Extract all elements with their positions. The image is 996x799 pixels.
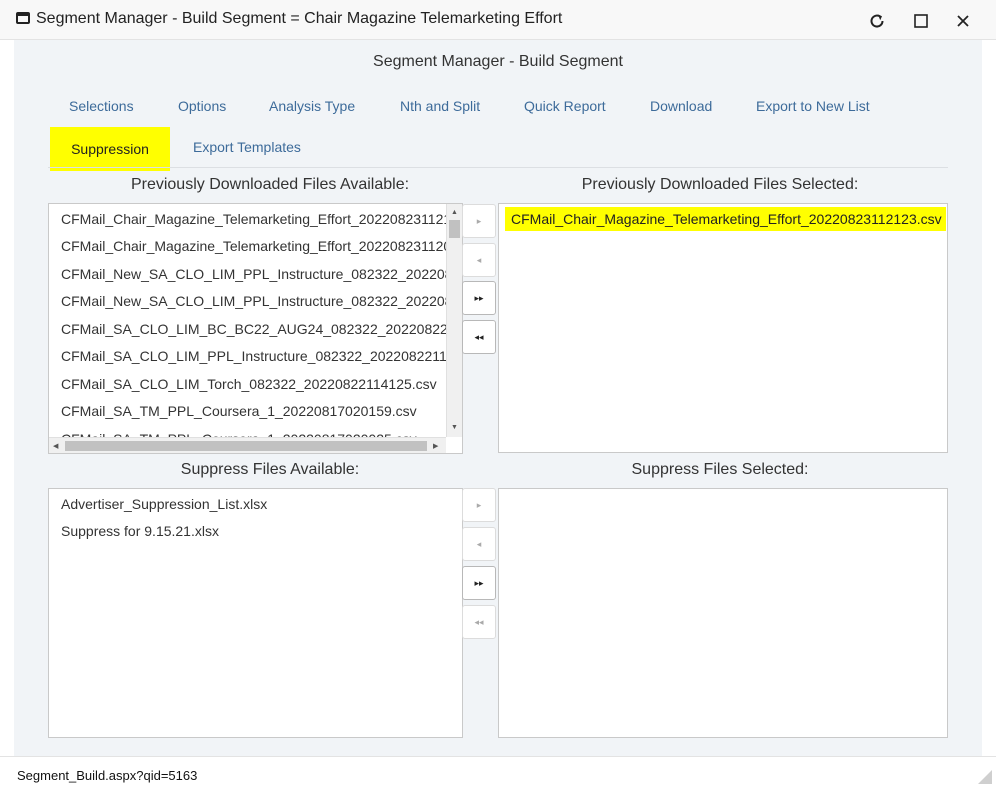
status-bar: Segment_Build.aspx?qid=5163: [0, 756, 996, 799]
move-all-right-button[interactable]: ▸▸: [462, 281, 496, 315]
tab-analysis-type[interactable]: Analysis Type: [269, 98, 355, 114]
list-item[interactable]: Suppress for 9.15.21.xlsx: [61, 523, 219, 539]
resize-grip-icon[interactable]: [978, 770, 992, 784]
suppress-selected-label: Suppress Files Selected:: [631, 461, 809, 478]
status-url: Segment_Build.aspx?qid=5163: [17, 768, 198, 783]
suppress-available-list[interactable]: Advertiser_Suppression_List.xlsx Suppres…: [48, 488, 463, 738]
move-all-left-button[interactable]: ◂◂: [462, 320, 496, 354]
downloaded-available-list[interactable]: CFMail_Chair_Magazine_Telemarketing_Effo…: [48, 203, 463, 454]
list-item[interactable]: CFMail_Chair_Magazine_Telemarketing_Effo…: [61, 238, 462, 254]
scroll-right-icon[interactable]: ▶: [433, 443, 438, 450]
list-item[interactable]: CFMail_SA_CLO_LIM_BC_BC22_AUG24_082322_2…: [61, 321, 462, 337]
list-item[interactable]: Advertiser_Suppression_List.xlsx: [61, 496, 267, 512]
tab-options[interactable]: Options: [178, 98, 226, 114]
window-title: Segment Manager - Build Segment = Chair …: [36, 10, 563, 27]
maximize-icon[interactable]: [908, 8, 934, 34]
downloaded-selected-list[interactable]: CFMail_Chair_Magazine_Telemarketing_Effo…: [498, 203, 948, 453]
scroll-left-icon[interactable]: ◀: [53, 443, 58, 450]
suppress-move-all-right-button[interactable]: ▸▸: [462, 566, 496, 600]
tab-export-templates[interactable]: Export Templates: [193, 139, 301, 155]
page-heading: Segment Manager - Build Segment: [373, 53, 623, 70]
list-item[interactable]: CFMail_New_SA_CLO_LIM_PPL_Instructure_08…: [61, 266, 462, 282]
refresh-icon[interactable]: [864, 8, 890, 34]
tab-suppression[interactable]: Suppression: [50, 127, 170, 171]
close-icon[interactable]: [950, 8, 976, 34]
list-item[interactable]: CFMail_Chair_Magazine_Telemarketing_Effo…: [61, 211, 462, 227]
tabs-divider: [48, 167, 948, 168]
vertical-scroll-thumb[interactable]: [449, 220, 460, 238]
vertical-scrollbar[interactable]: ▲ ▼: [446, 204, 462, 437]
tab-quick-report[interactable]: Quick Report: [524, 98, 606, 114]
suppress-move-all-left-button[interactable]: ◂◂: [462, 605, 496, 639]
list-item[interactable]: CFMail_SA_CLO_LIM_Torch_082322_202208221…: [61, 376, 437, 392]
scroll-up-icon[interactable]: ▲: [451, 209, 458, 216]
tab-download[interactable]: Download: [650, 98, 712, 114]
suppress-move-one-right-button[interactable]: ▸: [462, 488, 496, 522]
list-item[interactable]: CFMail_SA_TM_PPL_Coursera_1_202208170201…: [61, 403, 417, 419]
suppress-selected-list[interactable]: [498, 488, 948, 738]
list-item[interactable]: CFMail_New_SA_CLO_LIM_PPL_Instructure_08…: [61, 293, 462, 309]
horizontal-scroll-thumb[interactable]: [65, 441, 427, 451]
selected-list-item[interactable]: CFMail_Chair_Magazine_Telemarketing_Effo…: [505, 207, 946, 231]
downloaded-selected-label: Previously Downloaded Files Selected:: [581, 176, 859, 193]
scroll-down-icon[interactable]: ▼: [451, 424, 458, 431]
move-one-left-button[interactable]: ◂: [462, 243, 496, 277]
window-icon: [16, 12, 30, 24]
tab-export-to-new-list[interactable]: Export to New List: [756, 98, 870, 114]
suppress-move-one-left-button[interactable]: ◂: [462, 527, 496, 561]
tab-selections[interactable]: Selections: [69, 98, 134, 114]
tab-nth-and-split[interactable]: Nth and Split: [400, 98, 480, 114]
horizontal-scrollbar[interactable]: ◀ ▶: [49, 437, 446, 453]
title-bar: Segment Manager - Build Segment = Chair …: [0, 0, 996, 40]
list-item[interactable]: CFMail_SA_CLO_LIM_PPL_Instructure_082322…: [61, 348, 462, 364]
move-one-right-button[interactable]: ▸: [462, 204, 496, 238]
downloaded-available-label: Previously Downloaded Files Available:: [130, 176, 410, 193]
suppress-available-label: Suppress Files Available:: [180, 461, 360, 478]
